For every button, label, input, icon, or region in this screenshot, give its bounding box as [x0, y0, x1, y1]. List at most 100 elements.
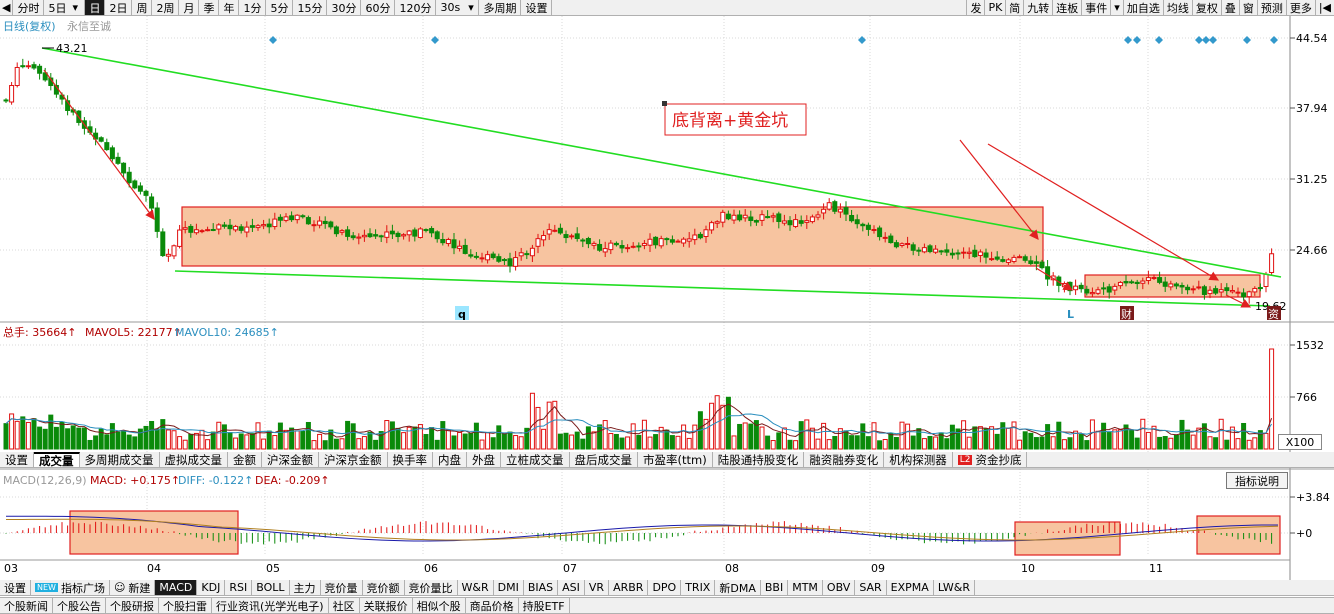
indicator-tab[interactable]: 市盈率(ttm)	[638, 452, 713, 467]
news-tab[interactable]: 持股ETF	[519, 598, 570, 613]
indicator-tab[interactable]: 立桩成交量	[501, 452, 570, 467]
indicator-tab[interactable]: 多周期成交量	[80, 452, 160, 467]
macd-tab[interactable]: LW&R	[934, 580, 976, 595]
indicator-tab[interactable]: 虚拟成交量	[160, 452, 228, 467]
macd-tab[interactable]: DMI	[494, 580, 524, 595]
news-tab[interactable]: 社区	[329, 598, 360, 613]
macd-tab[interactable]: W&R	[458, 580, 494, 595]
volume-bar	[473, 422, 479, 450]
svg-text:10: 10	[1021, 562, 1035, 575]
candle-body	[731, 214, 737, 221]
candle-body	[1000, 259, 1006, 262]
indicator-tab[interactable]: 设置	[0, 452, 34, 467]
indicator-help-button[interactable]: 指标说明	[1226, 472, 1288, 489]
annotation-handle[interactable]	[662, 101, 667, 106]
candle-body	[98, 137, 104, 142]
indicator-tab[interactable]: 沪深京金额	[319, 452, 388, 467]
candle-body	[1112, 285, 1118, 291]
candle-body	[216, 224, 222, 230]
indicator-tab[interactable]: 陆股通持股变化	[713, 452, 805, 467]
volume-bar	[675, 435, 681, 450]
candle-body	[1213, 288, 1219, 294]
macd-tab-new[interactable]: ☺ 新建	[110, 580, 156, 595]
macd-tab[interactable]: RSI	[225, 580, 253, 595]
macd-dea: DEA: -0.209↑	[255, 474, 330, 487]
macd-tab[interactable]: BOLL	[252, 580, 290, 595]
candle-body	[994, 256, 1000, 260]
candle-body	[882, 236, 888, 239]
macd-tab[interactable]: BIAS	[524, 580, 559, 595]
macd-tab[interactable]: ARBR	[609, 580, 649, 595]
macd-tab[interactable]: 主力	[290, 580, 321, 595]
event-markers[interactable]	[269, 36, 1278, 44]
volume-bar	[681, 424, 687, 450]
indicator-tab-capital[interactable]: L2 资金抄底	[953, 452, 1028, 467]
indicator-tab-volume[interactable]: 成交量	[34, 452, 80, 468]
macd-tab[interactable]: SAR	[855, 580, 887, 595]
macd-tab[interactable]: TRIX	[681, 580, 716, 595]
l2-badge: L2	[957, 454, 973, 465]
candle-body	[563, 234, 569, 239]
volume-bar	[339, 438, 345, 450]
kline-chart-area[interactable]: 日线(复权) 永信至诚 44.54 37.94 31.25 24.66 43.2…	[0, 0, 1334, 612]
candle-body	[3, 99, 9, 102]
candle-body	[793, 219, 799, 227]
candle-body	[1078, 284, 1084, 290]
macd-tab[interactable]: KDJ	[197, 580, 226, 595]
macd-tab[interactable]: 竞价额	[363, 580, 405, 595]
macd-tab-macd[interactable]: MACD	[155, 580, 198, 595]
news-tab[interactable]: 个股公告	[53, 598, 106, 613]
volume-bar	[154, 428, 160, 450]
candle-body	[1005, 259, 1011, 263]
macd-tab[interactable]: ASI	[558, 580, 585, 595]
candle-body	[417, 228, 423, 238]
volume-bar	[31, 418, 37, 450]
news-tab[interactable]: 行业资讯(光学光电子)	[212, 598, 329, 613]
indicator-tab[interactable]: 沪深金额	[262, 452, 319, 467]
macd-tab[interactable]: VR	[585, 580, 610, 595]
volume-bar	[541, 428, 547, 450]
indicator-tab[interactable]: 金额	[228, 452, 262, 467]
news-tab[interactable]: 个股扫雷	[159, 598, 212, 613]
volume-bar	[53, 426, 59, 450]
candle-body	[126, 171, 132, 184]
news-tab[interactable]: 个股新闻	[0, 598, 53, 613]
volume-bar	[328, 429, 334, 450]
candle-body	[787, 220, 793, 226]
news-tab[interactable]: 关联报价	[360, 598, 413, 613]
candle-body	[955, 252, 961, 255]
macd-tab[interactable]: 设置	[0, 580, 31, 595]
candle-body	[781, 220, 787, 224]
indicator-tab[interactable]: 盘后成交量	[570, 452, 638, 467]
robot-icon: ☺	[113, 581, 126, 594]
macd-tab[interactable]: BBI	[761, 580, 789, 595]
volume-bar	[1005, 427, 1011, 450]
news-tab[interactable]: 商品价格	[466, 598, 519, 613]
news-tab[interactable]: 个股研报	[106, 598, 159, 613]
volume-bar	[1129, 429, 1135, 450]
macd-tab[interactable]: 竞价量	[321, 580, 363, 595]
macd-tab[interactable]: OBV	[823, 580, 856, 595]
macd-tab[interactable]: 新DMA	[715, 580, 761, 595]
volume-bar	[1241, 422, 1247, 450]
volume-bar	[1157, 436, 1163, 450]
macd-tab[interactable]: EXPMA	[887, 580, 934, 595]
news-tab[interactable]: 相似个股	[413, 598, 466, 613]
indicator-tab[interactable]: 外盘	[467, 452, 501, 467]
indicator-tab[interactable]: 内盘	[433, 452, 467, 467]
indicator-tab[interactable]: 融资融券变化	[804, 452, 885, 467]
volume-bar	[445, 429, 451, 450]
macd-tab[interactable]: 竞价量比	[405, 580, 458, 595]
volume-bar	[70, 425, 76, 450]
volume-bar	[972, 426, 978, 450]
indicator-tab[interactable]: 换手率	[388, 452, 433, 467]
macd-tab[interactable]: MTM	[788, 580, 823, 595]
indicator-plaza-tab[interactable]: NEW 指标广场	[31, 580, 110, 595]
volume-bar	[109, 423, 115, 450]
volume-bar	[1134, 437, 1140, 450]
volume-bar	[585, 426, 591, 450]
indicator-tab[interactable]: 机构探测器	[884, 452, 953, 467]
macd-tab[interactable]: DPO	[648, 580, 682, 595]
candle-body	[585, 238, 591, 245]
candle-body	[210, 228, 216, 231]
